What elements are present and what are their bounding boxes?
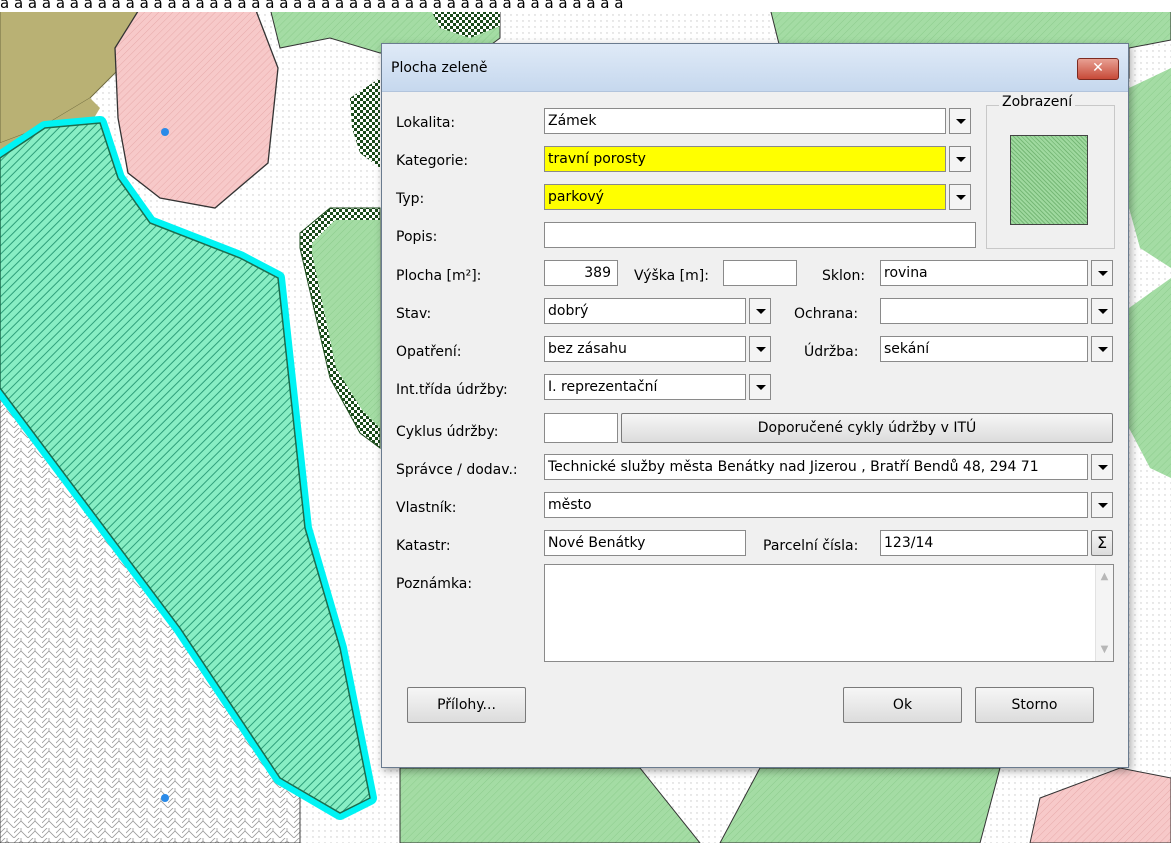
plocha-label: Plocha [m²]: xyxy=(396,268,482,284)
stav-dropdown-arrow-icon[interactable] xyxy=(749,298,771,324)
dialog-titlebar[interactable]: Plocha zeleně ✕ xyxy=(382,44,1128,92)
caption-fragment: a a a a a a a a a a a a a a a a a a a a … xyxy=(0,0,1171,12)
ok-button[interactable]: Ok xyxy=(843,687,962,723)
vyska-label: Výška [m]: xyxy=(634,268,709,284)
spravce-label: Správce / dodav.: xyxy=(396,462,518,478)
storno-button[interactable]: Storno xyxy=(975,687,1094,723)
stav-select[interactable]: dobrý xyxy=(544,298,746,324)
vlastnik-select[interactable]: město xyxy=(544,492,1088,518)
kategorie-select[interactable]: travní porosty xyxy=(544,146,946,172)
spravce-select[interactable]: Technické služby města Benátky nad Jizer… xyxy=(544,454,1088,480)
udrzba-select[interactable]: sekání xyxy=(880,336,1088,362)
point-marker-2 xyxy=(161,794,169,802)
udrzba-dropdown-arrow-icon[interactable] xyxy=(1091,336,1113,362)
plocha-input[interactable]: 389 xyxy=(544,260,618,286)
opatreni-dropdown-arrow-icon[interactable] xyxy=(749,336,771,362)
typ-dropdown-arrow-icon[interactable] xyxy=(949,184,971,210)
green-parcel-bottom-2 xyxy=(719,767,1001,843)
ochrana-label: Ochrana: xyxy=(794,306,859,322)
udrzba-label: Údržba: xyxy=(804,344,859,360)
plocha-zelene-dialog: Plocha zeleně ✕ Lokalita: Zámek Kategori… xyxy=(381,43,1129,768)
opatreni-label: Opatření: xyxy=(396,344,462,360)
opatreni-select[interactable]: bez zásahu xyxy=(544,336,746,362)
dialog-title: Plocha zeleně xyxy=(391,60,488,76)
ochrana-dropdown-arrow-icon[interactable] xyxy=(1091,298,1113,324)
close-button[interactable]: ✕ xyxy=(1077,58,1119,80)
sklon-select[interactable]: rovina xyxy=(880,260,1088,286)
ochrana-select[interactable] xyxy=(880,298,1088,324)
typ-select[interactable]: parkový xyxy=(544,184,946,210)
typ-label: Typ: xyxy=(396,191,425,207)
poznamka-textarea[interactable]: ▲ ▼ xyxy=(544,564,1114,662)
vlastnik-dropdown-arrow-icon[interactable] xyxy=(1091,492,1113,518)
poznamka-label: Poznámka: xyxy=(396,576,473,592)
cyklus-input[interactable] xyxy=(544,413,618,443)
prilohy-button[interactable]: Přílohy... xyxy=(407,687,526,723)
doporucene-cykly-button[interactable]: Doporučené cykly údržby v ITÚ xyxy=(621,413,1113,443)
lokalita-dropdown-arrow-icon[interactable] xyxy=(949,108,971,134)
sklon-dropdown-arrow-icon[interactable] xyxy=(1091,260,1113,286)
katastr-input[interactable]: Nové Benátky xyxy=(544,530,746,556)
int-trida-label: Int.třída údržby: xyxy=(396,382,508,398)
kategorie-dropdown-arrow-icon[interactable] xyxy=(949,146,971,172)
poznamka-scrollbar[interactable]: ▲ ▼ xyxy=(1095,565,1113,661)
sklon-label: Sklon: xyxy=(822,268,866,284)
zobrazeni-label: Zobrazení xyxy=(999,94,1076,110)
katastr-label: Katastr: xyxy=(396,538,451,554)
cyklus-label: Cyklus údržby: xyxy=(396,424,499,440)
kategorie-label: Kategorie: xyxy=(396,153,469,169)
preview-swatch[interactable] xyxy=(1010,135,1088,225)
vyska-input[interactable] xyxy=(723,260,797,286)
vlastnik-label: Vlastník: xyxy=(396,500,457,516)
lokalita-label: Lokalita: xyxy=(396,115,456,131)
parcelni-input[interactable]: 123/14 xyxy=(880,530,1088,556)
parcelni-label: Parcelní čísla: xyxy=(763,538,859,554)
scroll-down-icon[interactable]: ▼ xyxy=(1096,644,1113,655)
spravce-dropdown-arrow-icon[interactable] xyxy=(1091,454,1113,480)
point-marker xyxy=(161,128,169,136)
stav-label: Stav: xyxy=(396,306,432,322)
int-trida-dropdown-arrow-icon[interactable] xyxy=(749,374,771,400)
popis-label: Popis: xyxy=(396,229,438,245)
int-trida-select[interactable]: I. reprezentační xyxy=(544,374,746,400)
sum-button[interactable]: Σ xyxy=(1091,530,1113,556)
popis-input[interactable] xyxy=(544,222,976,248)
scroll-up-icon[interactable]: ▲ xyxy=(1096,571,1113,582)
lokalita-select[interactable]: Zámek xyxy=(544,108,946,134)
